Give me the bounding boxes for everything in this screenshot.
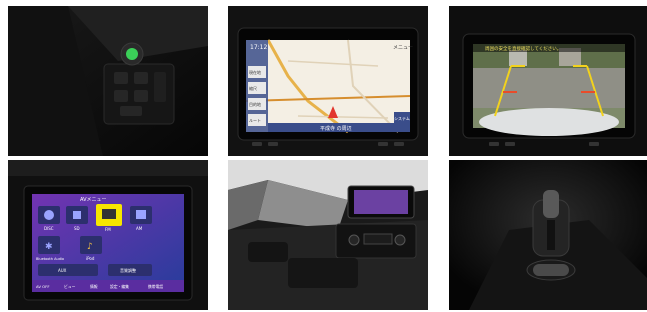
av-settings-label: 音質調整: [120, 267, 136, 273]
nav-side-button-3: 目的地: [249, 101, 261, 107]
dashboard-illustration: [228, 160, 428, 310]
nav-clock: 17:12: [250, 44, 267, 51]
av-source-label-3: FM: [105, 227, 111, 232]
nav-side-button-1: 現在地: [249, 69, 261, 75]
console-switches-illustration: [8, 6, 208, 156]
nav-system-label: システム: [394, 115, 410, 121]
av-menu-illustration: AVメニュー DISC SD FM AM ✱ ♪ Bluetooth Audio…: [8, 160, 208, 310]
nav-bottom-bar-label: 平成寺 の周辺: [320, 125, 352, 132]
photo-av-menu-screen: AVメニュー DISC SD FM AM ✱ ♪ Bluetooth Audio…: [8, 160, 208, 310]
camera-warning-text: 周囲の安全を直接確認してください。: [485, 45, 561, 52]
av-bottom-4: 設定・編集: [110, 284, 129, 289]
photo-navigation-screen: 17:12 メニュー 現在地 縮尺 目的地 ルート 平成寺 の周辺 システム: [228, 6, 428, 156]
av-source-label-2: SD: [74, 226, 80, 231]
av-aux-label: AUX: [58, 268, 67, 273]
av-bottom-2: ビュー: [64, 284, 76, 289]
av-bottom-5: 携帯電話: [148, 284, 163, 289]
av-bottom-3: 情報: [90, 284, 98, 289]
av-menu-title: AVメニュー: [80, 197, 107, 203]
nav-side-button-2: 縮尺: [249, 85, 257, 91]
av-source-label-4: AM: [136, 226, 143, 231]
photo-console-switches: [8, 6, 208, 156]
nav-side-button-4: ルート: [249, 118, 261, 123]
backup-camera-illustration: 周囲の安全を直接確認してください。: [449, 6, 647, 156]
av-bottom-1: AV OFF: [36, 284, 50, 289]
nav-menu-label: メニュー: [393, 45, 413, 51]
svg-text:♪: ♪: [87, 242, 93, 252]
svg-text:✱: ✱: [45, 242, 53, 252]
av-source-label-6: iPod: [86, 256, 95, 261]
photo-dashboard-interior: [228, 160, 428, 310]
gear-selector-illustration: [449, 160, 647, 310]
photo-backup-camera-screen: 周囲の安全を直接確認してください。: [449, 6, 647, 156]
av-source-label-1: DISC: [44, 226, 54, 231]
av-source-label-5: Bluetooth Audio: [36, 257, 64, 261]
photo-gear-selector: [449, 160, 647, 310]
navigation-screen-illustration: 17:12 メニュー 現在地 縮尺 目的地 ルート 平成寺 の周辺 システム: [228, 6, 428, 156]
